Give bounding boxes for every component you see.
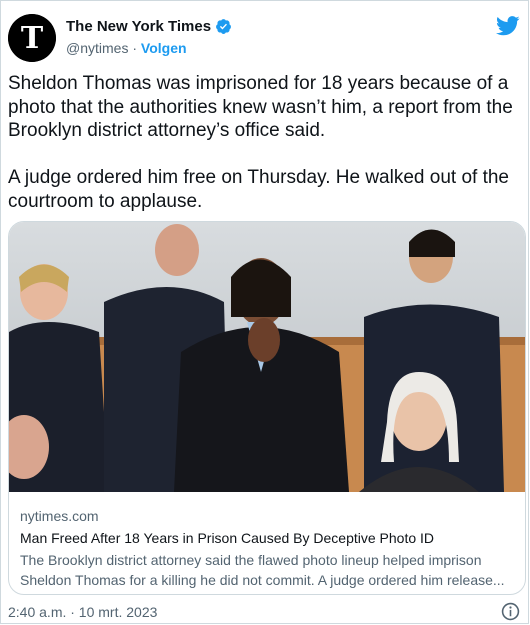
tweet-text: Sheldon Thomas was imprisoned for 18 yea… (8, 73, 513, 212)
card-title[interactable]: Man Freed After 18 Years in Prison Cause… (20, 530, 516, 546)
card-meta: nytimes.com Man Freed After 18 Years in … (20, 508, 516, 590)
svg-text:T: T (21, 21, 44, 56)
tweet-header: T The New York Times @nytimes · Volgen (8, 10, 522, 66)
avatar[interactable]: T (8, 14, 56, 62)
info-icon[interactable] (501, 602, 520, 621)
courtroom-photo[interactable] (9, 222, 526, 492)
account-name[interactable]: The New York Times (66, 18, 211, 35)
twitter-bird-icon[interactable] (496, 16, 520, 36)
card-description: The Brooklyn district attorney said the … (20, 552, 505, 588)
account-handle[interactable]: @nytimes (66, 40, 128, 56)
link-card[interactable]: nytimes.com Man Freed After 18 Years in … (8, 221, 526, 595)
follow-button[interactable]: Volgen (141, 40, 187, 56)
verified-badge-icon (216, 19, 231, 34)
card-domain: nytimes.com (20, 508, 99, 524)
nyt-logo-icon: T (8, 14, 56, 62)
tweet-timestamp[interactable]: 2:40 a.m. · 10 mrt. 2023 (8, 604, 157, 620)
separator: · (132, 40, 138, 56)
